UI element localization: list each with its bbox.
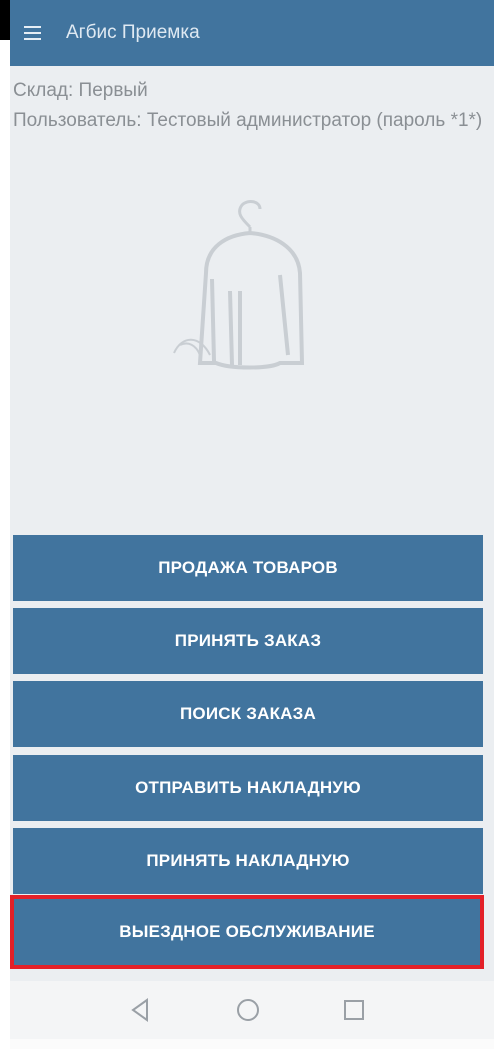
field-service-button[interactable]: ВЫЕЗДНОЕ ОБСЛУЖИВАНИЕ <box>10 895 484 969</box>
bottom-edge <box>10 1039 494 1049</box>
app-bar: Агбис Приемка <box>10 0 494 66</box>
app-title: Агбис Приемка <box>66 22 200 43</box>
sale-goods-button[interactable]: ПРОДАЖА ТОВАРОВ <box>13 535 483 601</box>
accept-order-button[interactable]: ПРИНЯТЬ ЗАКАЗ <box>13 608 483 674</box>
screen-edge <box>0 0 10 40</box>
user-label: Пользователь: Тестовый администратор (па… <box>13 110 483 131</box>
search-order-button[interactable]: ПОИСК ЗАКАЗА <box>13 681 483 747</box>
garment-on-hanger-icon <box>173 200 305 370</box>
system-navigation-bar <box>10 981 494 1039</box>
home-circle-icon[interactable] <box>235 997 261 1023</box>
recent-apps-square-icon[interactable] <box>341 997 367 1023</box>
send-invoice-button[interactable]: ОТПРАВИТЬ НАКЛАДНУЮ <box>13 755 483 821</box>
back-triangle-icon[interactable] <box>128 997 154 1023</box>
warehouse-label: Склад: Первый <box>13 80 148 101</box>
hamburger-menu-icon[interactable] <box>24 26 41 40</box>
receive-invoice-button[interactable]: ПРИНЯТЬ НАКЛАДНУЮ <box>13 828 483 894</box>
